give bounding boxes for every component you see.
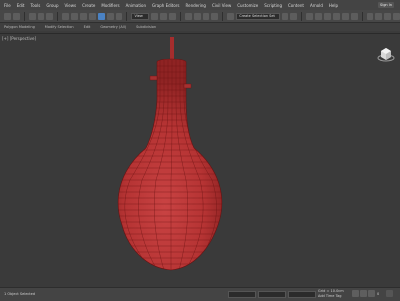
menu-bar: File Edit Tools Group Views Create Modif… (0, 0, 400, 10)
play-icon[interactable] (360, 290, 367, 297)
select-move-icon[interactable] (97, 12, 105, 20)
menu-help[interactable]: Help (329, 3, 338, 8)
toolbar-divider (57, 11, 59, 21)
ribbon-tab-edit[interactable]: Edit (84, 25, 91, 29)
menu-file[interactable]: File (4, 3, 11, 8)
curve-editor-icon[interactable] (332, 12, 340, 20)
ribbon-tab-geometry[interactable]: Geometry (All) (100, 25, 126, 29)
edit-named-selection-icon[interactable] (227, 12, 235, 20)
menu-animation[interactable]: Animation (126, 3, 146, 8)
right-lug (183, 83, 192, 89)
toolbar-divider (23, 11, 25, 21)
angle-snap-icon[interactable] (193, 12, 201, 20)
ribbon-toggle-icon[interactable] (324, 12, 331, 20)
frame-number[interactable]: 0 (377, 292, 379, 296)
bind-space-warp-icon[interactable] (46, 12, 54, 20)
ribbon-tab-polygon-modeling[interactable]: Polygon Modeling (4, 25, 35, 29)
z-coordinate-field[interactable] (288, 291, 316, 298)
layer-explorer-icon[interactable] (315, 12, 323, 20)
menu-scripting[interactable]: Scripting (264, 3, 282, 8)
reference-coordinate-dropdown[interactable]: View (131, 12, 150, 20)
menu-views[interactable]: Views (65, 3, 77, 8)
select-manipulate-icon[interactable] (160, 12, 167, 20)
menu-tools[interactable]: Tools (30, 3, 40, 8)
zoom-extents-icon[interactable] (386, 290, 393, 297)
spinner-snap-icon[interactable] (211, 12, 219, 20)
percent-snap-icon[interactable] (202, 12, 210, 20)
toolbar-divider (126, 11, 128, 21)
material-editor-icon[interactable] (350, 12, 358, 20)
select-by-name-icon[interactable] (71, 12, 79, 20)
render-production-icon[interactable] (384, 12, 392, 20)
toolbar-divider (179, 11, 181, 21)
menu-civil-view[interactable]: Civil View (212, 3, 231, 8)
x-coordinate-field[interactable] (228, 291, 256, 298)
main-toolbar: View Create Selection Set (0, 10, 400, 23)
scene-explorer-icon[interactable] (306, 12, 314, 20)
menu-modifiers[interactable]: Modifiers (101, 3, 119, 8)
schematic-view-icon[interactable] (341, 12, 349, 20)
vase-body (117, 58, 223, 271)
menu-graph-editors[interactable]: Graph Editors (152, 3, 179, 8)
mirror-icon[interactable] (281, 12, 289, 20)
go-to-start-icon[interactable] (352, 290, 359, 297)
sign-in-button[interactable]: Sign In (378, 2, 394, 8)
go-to-end-icon[interactable] (368, 290, 375, 297)
menu-rendering[interactable]: Rendering (186, 3, 206, 8)
align-icon[interactable] (290, 12, 298, 20)
left-lug (149, 75, 158, 81)
menu-content[interactable]: Content (288, 3, 304, 8)
rectangular-selection-icon[interactable] (80, 12, 87, 20)
rendered-frame-window-icon[interactable] (375, 12, 383, 20)
menu-edit[interactable]: Edit (17, 3, 25, 8)
grid-value: Grid = 10.0cm (318, 289, 344, 293)
redo-icon[interactable] (12, 12, 20, 20)
window-crossing-icon[interactable] (88, 12, 96, 20)
menu-group[interactable]: Group (46, 3, 58, 8)
undo-icon[interactable] (4, 12, 11, 20)
select-scale-icon[interactable] (115, 12, 123, 20)
toolbar-divider (222, 11, 224, 21)
link-icon[interactable] (28, 12, 36, 20)
keyboard-shortcut-icon[interactable] (168, 12, 176, 20)
ribbon-tab-subdivision[interactable]: Subdivision (136, 25, 156, 29)
y-coordinate-field[interactable] (258, 291, 286, 298)
ribbon-tab-modify-selection[interactable]: Modify Selection (45, 25, 74, 29)
vase-model[interactable] (0, 33, 400, 287)
modeling-ribbon: Polygon Modeling Modify Selection Edit G… (0, 23, 400, 31)
menu-arnold[interactable]: Arnold (310, 3, 323, 8)
toolbar-divider (361, 11, 363, 21)
snap-toggle-icon[interactable] (184, 12, 192, 20)
unlink-icon[interactable] (37, 12, 45, 20)
toolbar-divider (301, 11, 303, 21)
pivot-icon[interactable] (151, 12, 159, 20)
render-teapot-icon[interactable] (393, 12, 400, 20)
render-setup-icon[interactable] (366, 12, 374, 20)
menu-customize[interactable]: Customize (237, 3, 258, 8)
select-object-icon[interactable] (62, 12, 70, 20)
selection-set-dropdown[interactable]: Create Selection Set (236, 12, 280, 20)
menu-create[interactable]: Create (82, 3, 95, 8)
object-count: 1 Object Selected (4, 292, 36, 296)
select-rotate-icon[interactable] (106, 12, 114, 20)
add-time-tag[interactable]: Add Time Tag (318, 294, 342, 298)
